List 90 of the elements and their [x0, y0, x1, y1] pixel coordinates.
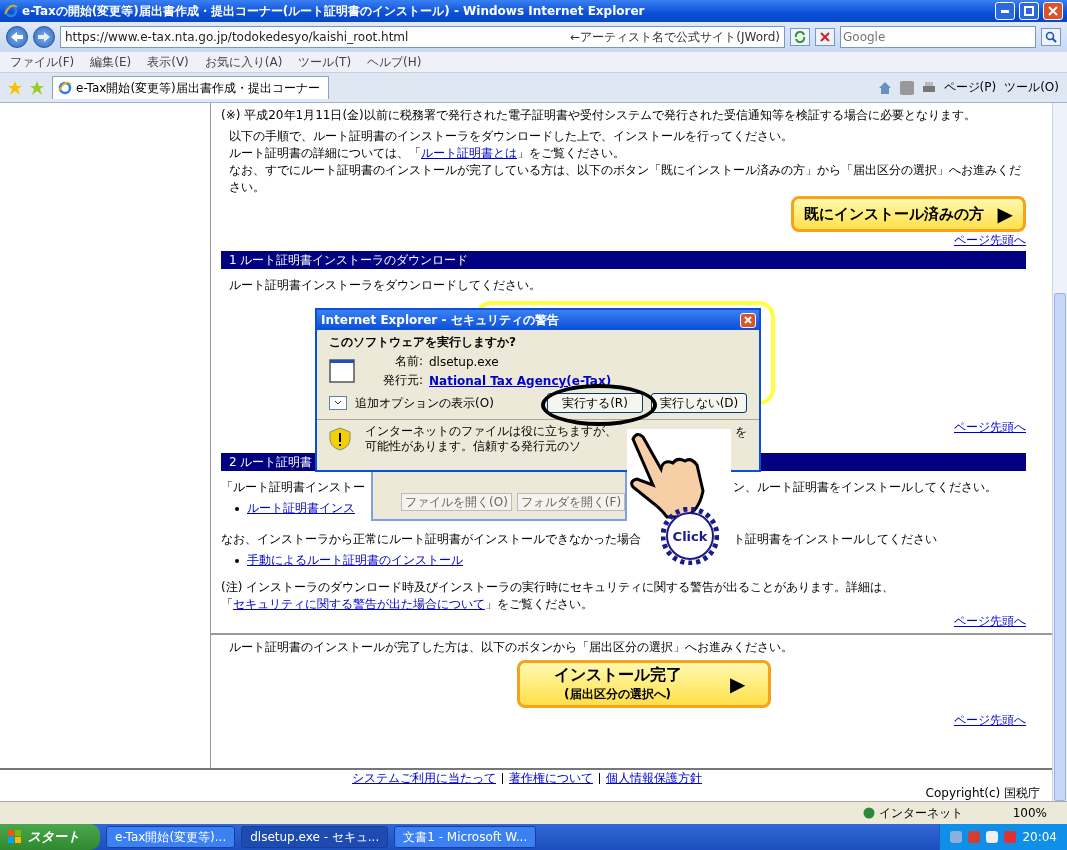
command-menu[interactable]: ツール(O) [1004, 79, 1059, 96]
back-button[interactable] [6, 26, 28, 48]
dialog-button[interactable]: 実行する(R) [547, 393, 643, 413]
section-header: 1 ルート証明書インストーラのダウンロード [221, 251, 1026, 269]
warning-text: インターネットのファイルは役に立ちますが、 可能性があります。信頼する発行元のソ [365, 424, 617, 454]
note-text: (注) インストーラのダウンロード時及びインストーラの実行時にセキュリティに関する警告が出ることがあります。詳細は、「セキュリティに関する警告が出た場合について」をご覧ください。 [221, 579, 896, 613]
menu-item[interactable]: お気に入り(A) [204, 53, 283, 71]
expand-button[interactable] [329, 396, 347, 410]
page-top-link[interactable]: ページ先頭へ [954, 232, 1026, 249]
command-menu[interactable]: ページ(P) [943, 79, 997, 96]
close-icon [1048, 6, 1058, 16]
footer-link[interactable]: 個人情報保護方針 [606, 771, 702, 786]
menu-item[interactable]: ヘルプ(H) [367, 53, 422, 71]
link[interactable]: セキュリティに関する警告が出た場合について [233, 597, 485, 611]
maximize-button[interactable] [1019, 2, 1039, 20]
menu-item[interactable]: 表示(V) [147, 53, 189, 71]
start-button[interactable]: スタート [0, 824, 100, 850]
search-button[interactable] [1041, 28, 1061, 46]
clock: 20:04 [1022, 830, 1057, 844]
install-complete-button[interactable]: インストール完了 (届出区分の選択へ) ▶ [516, 660, 771, 708]
page-top-link[interactable]: ページ先頭へ [954, 712, 1026, 729]
menu-item[interactable]: ツール(T) [298, 53, 352, 71]
paragraph: なお、すでにルート証明書のインストールが完了している方は、以下のボタン「既にインストール済みの方」から「届出区分の選択」へお進みください。 [228, 162, 1022, 196]
address-hint: ←アーティスト名で公式サイト(JWord) [570, 28, 780, 46]
page-top-link[interactable]: ページ先頭へ [954, 419, 1026, 436]
note-text: (※) 平成20年1月11日(金)以前に税務署で発行された電子証明書や受付システムで発行された受信通知等を検証する場合に必要となります。 [221, 107, 977, 124]
footer-link[interactable]: 著作権について [509, 771, 593, 786]
minimize-button[interactable] [995, 2, 1015, 20]
printer-icon[interactable] [921, 80, 936, 95]
browser-tab[interactable]: e-Tax開始(変更等)届出書作成・提出コーナー [52, 76, 329, 99]
link[interactable]: ルート証明書インス [247, 500, 355, 517]
paragraph: ン、ルート証明書をインストールしてください。 [733, 479, 997, 496]
star-icon [8, 80, 22, 95]
back-arrow-icon [11, 32, 23, 42]
options-label[interactable]: 追加オプションの表示(O) [355, 394, 539, 412]
dialog-question: このソフトウェアを実行しますか? [329, 334, 517, 351]
refresh-button[interactable] [790, 28, 810, 46]
stop-icon [820, 32, 830, 42]
taskbar-item[interactable]: e-Tax開始(変更等)... [106, 826, 236, 848]
footer-link[interactable]: システムご利用に当たって [352, 771, 496, 786]
warning-shield-icon [329, 427, 351, 451]
refresh-icon [794, 31, 806, 43]
forward-button[interactable] [33, 26, 55, 48]
paragraph: ルート証明書の詳細については、「ルート証明書とは」をご覧ください。 [228, 145, 626, 162]
globe-icon [862, 807, 875, 819]
warning-text: を [735, 424, 747, 441]
address-field[interactable]: https://www.e-tax.nta.go.jp/todokedesyo/kaishi_root.html ←アーティスト名で公式サイト(JWord) [60, 26, 785, 48]
close-icon [744, 316, 752, 324]
maximize-icon [1024, 6, 1034, 16]
window-icon [329, 359, 355, 383]
page-top-link[interactable]: ページ先頭へ [954, 613, 1026, 630]
menu-item[interactable]: 編集(E) [90, 53, 132, 71]
copyright: Copyright(c) 国税庁 [925, 786, 1040, 801]
dialog-button[interactable]: 実行しない(D) [651, 393, 747, 413]
paragraph: ト証明書をインストールしてください [733, 531, 937, 548]
forward-arrow-icon [38, 32, 50, 42]
field-label: 発行元: [381, 372, 423, 389]
star-plus-icon [30, 80, 44, 95]
paragraph: なお、インストーラから正常にルート証明書がインストールできなかった場合 [221, 531, 641, 548]
close-button[interactable] [1043, 2, 1063, 20]
zoom-level[interactable]: 100% [1012, 806, 1047, 820]
publisher-link[interactable]: National Tax Agency(e-Tax) [429, 373, 612, 388]
dialog-title: Internet Explorer - セキュリティの警告 [321, 311, 559, 329]
windows-logo-icon [8, 830, 22, 844]
tray-icon[interactable] [986, 831, 999, 843]
taskbar-item[interactable]: 文書1 - Microsoft W... [394, 826, 537, 848]
file-name: dlsetup.exe [429, 354, 500, 369]
field-label: 名前: [393, 353, 423, 370]
minimize-icon [1001, 9, 1009, 13]
paragraph: ルート証明書のインストールが完了した方は、以下のボタンから「届出区分の選択」へお進みください。 [228, 639, 794, 656]
link[interactable]: 手動によるルート証明書のインストール [247, 552, 463, 569]
menu-item[interactable]: ファイル(F) [10, 53, 75, 71]
home-icon[interactable] [877, 80, 892, 95]
paragraph: 「ルート証明書インストー [221, 479, 365, 496]
paragraph: ルート証明書インストーラをダウンロードしてください。 [228, 277, 542, 294]
paragraph: 以下の手順で、ルート証明書のインストーラをダウンロードした上で、インストールを行ってください。 [228, 128, 794, 145]
search-field[interactable]: Google [840, 26, 1036, 48]
search-icon [1045, 31, 1057, 43]
already-installed-button[interactable]: 既にインストール済みの方 ▶ [790, 196, 1026, 232]
ie-icon [4, 4, 18, 18]
security-zone: インターネット [862, 804, 963, 822]
scrollbar[interactable] [1052, 103, 1067, 801]
chevron-icon [335, 400, 341, 406]
stop-button[interactable] [815, 28, 835, 46]
link[interactable]: ルート証明書とは [421, 146, 517, 160]
taskbar-item[interactable]: dlsetup.exe - セキュ... [241, 826, 389, 848]
ie-icon [58, 81, 72, 95]
window-title: e-Taxの開始(変更等)届出書作成・提出コーナー(ルート証明書のインストール) - Windows Internet Explorer [22, 2, 646, 20]
click-badge: Click [661, 507, 719, 565]
close-button[interactable] [740, 312, 756, 328]
